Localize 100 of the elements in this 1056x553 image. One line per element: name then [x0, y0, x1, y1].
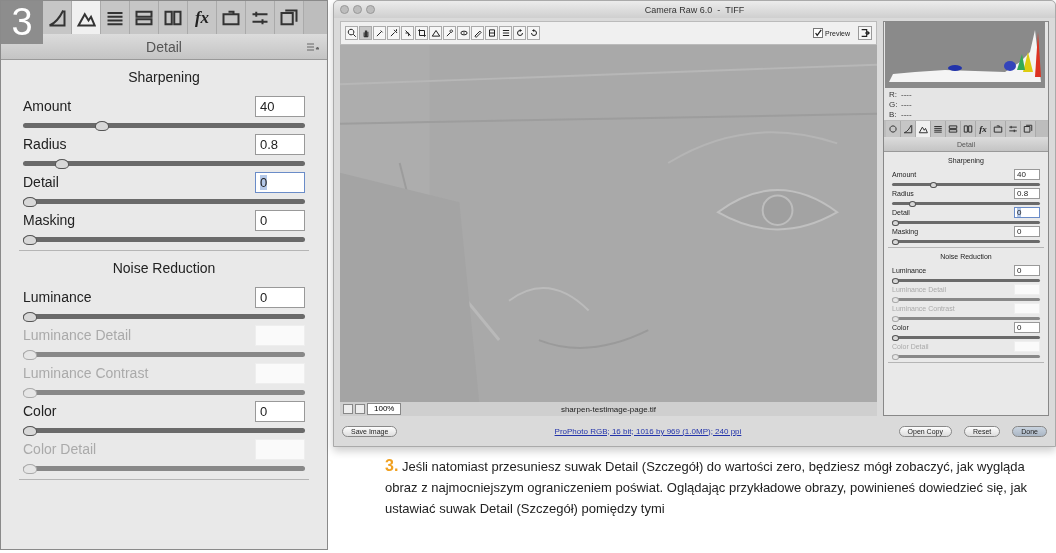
info-link[interactable]: ProPhoto RGB; 16 bit; 1016 by 969 (1.0MP); 240 ppi — [405, 426, 891, 436]
rotate-left-icon — [514, 28, 525, 38]
slider-track[interactable] — [23, 237, 305, 242]
panel-tab[interactable] — [159, 1, 188, 34]
rotate-left-tool[interactable] — [513, 26, 526, 40]
crop-tool[interactable] — [415, 26, 428, 40]
slider-label: Detail — [23, 174, 59, 190]
spot-tool[interactable] — [443, 26, 456, 40]
readout-value: ---- — [901, 100, 913, 109]
value-field[interactable]: 0 — [1014, 322, 1040, 333]
panel-tab[interactable] — [130, 1, 159, 34]
list-icon — [500, 28, 511, 38]
slider-track[interactable] — [23, 161, 305, 166]
slider-track[interactable] — [23, 314, 305, 319]
value-field[interactable]: 40 — [255, 95, 305, 117]
slider-track[interactable] — [23, 390, 305, 395]
value-field[interactable]: 40 — [1014, 169, 1040, 180]
slider-track[interactable] — [892, 336, 1040, 339]
value-field[interactable]: 0 — [1014, 226, 1040, 237]
slider-thumb[interactable] — [892, 277, 899, 284]
stacked-squares-icon — [279, 7, 299, 28]
slider-track[interactable] — [892, 202, 1040, 205]
slider-track[interactable] — [892, 221, 1040, 224]
slider-track[interactable] — [892, 317, 1040, 320]
slider-thumb[interactable] — [908, 200, 916, 207]
eye-tool[interactable] — [457, 26, 470, 40]
sampler-icon — [388, 28, 399, 38]
slider-track[interactable] — [892, 183, 1040, 186]
value-field[interactable]: 0 — [255, 400, 305, 422]
zoom-in-button[interactable] — [355, 404, 365, 414]
straighten-tool[interactable] — [429, 26, 442, 40]
value-field[interactable]: 0 — [255, 286, 305, 308]
brush-tool[interactable] — [471, 26, 484, 40]
slider-track[interactable] — [23, 428, 305, 433]
readout-label: R: — [889, 90, 898, 99]
panel-tab[interactable] — [946, 121, 961, 137]
slider-thumb[interactable] — [23, 311, 37, 322]
slider-thumb[interactable] — [23, 234, 37, 245]
slider-track[interactable] — [23, 199, 305, 204]
value-field[interactable]: 0.8 — [1014, 188, 1040, 199]
section-title: Sharpening — [127, 68, 201, 87]
slider-label: Color — [23, 403, 57, 419]
slider-thumb[interactable] — [930, 181, 938, 188]
panel-tab[interactable] — [1021, 121, 1036, 137]
file-name: sharpen-testimage-page.tif — [560, 404, 657, 414]
slider-label: Luminance — [23, 289, 92, 305]
slider-track[interactable] — [23, 466, 305, 471]
slider-thumb[interactable] — [55, 158, 70, 169]
camera-icon — [993, 124, 1003, 134]
brush-icon — [472, 28, 483, 38]
crop-icon — [416, 28, 427, 38]
value-field[interactable]: 0 — [255, 171, 305, 193]
zoom-field[interactable]: 100% — [367, 403, 402, 415]
fullscreen-button[interactable] — [858, 26, 872, 40]
squares-icon — [963, 124, 973, 134]
fx-tab[interactable]: fx — [188, 1, 217, 34]
readout-label: B: — [889, 110, 898, 119]
slider-track[interactable] — [892, 355, 1040, 358]
value-field[interactable]: 0 — [255, 209, 305, 231]
list-tool[interactable] — [499, 26, 512, 40]
slider-track[interactable] — [892, 279, 1040, 282]
panel-tab[interactable] — [901, 121, 916, 137]
slider-thumb[interactable] — [23, 196, 37, 207]
value-field[interactable]: 0.8 — [255, 133, 305, 155]
mountain-icon — [918, 124, 928, 134]
eyedropper-tool[interactable] — [373, 26, 386, 40]
panel-tab[interactable] — [246, 1, 275, 34]
zoom-tool[interactable] — [345, 26, 358, 40]
sampler-tool[interactable] — [387, 26, 400, 40]
panel-tab[interactable] — [916, 121, 931, 137]
panel-tab[interactable] — [72, 1, 101, 34]
slider-label: Radius — [23, 136, 67, 152]
slider-thumb[interactable] — [892, 219, 899, 226]
step-number: 3 — [1, 1, 43, 44]
zoom-out-button[interactable] — [343, 404, 353, 414]
panel-tab[interactable] — [275, 1, 304, 34]
slider-track[interactable] — [892, 298, 1040, 301]
panel-tab[interactable] — [43, 1, 72, 34]
value-field[interactable]: 0 — [1014, 265, 1040, 276]
panel-tab[interactable] — [961, 121, 976, 137]
slider-thumb[interactable] — [95, 120, 110, 131]
value-field[interactable]: 0 — [1014, 207, 1040, 218]
slider-thumb[interactable] — [23, 425, 37, 436]
panel-tab[interactable] — [931, 121, 946, 137]
slider-thumb[interactable] — [892, 334, 899, 341]
panel-tab[interactable] — [217, 1, 246, 34]
panel-tab[interactable] — [101, 1, 130, 34]
slider-label: Luminance Contrast — [23, 365, 149, 381]
section-title: Noise Reduction — [111, 259, 217, 278]
slider-label: Amount — [23, 98, 72, 114]
slider-thumb[interactable] — [892, 238, 899, 245]
preview-checkbox[interactable] — [813, 28, 824, 38]
menu-icon[interactable] — [307, 42, 319, 51]
curve-icon — [47, 7, 67, 28]
rotate-right-tool[interactable] — [527, 26, 540, 40]
fx-tab[interactable]: fx — [976, 121, 991, 137]
slider-track[interactable] — [892, 240, 1040, 243]
slider-track[interactable] — [23, 352, 305, 357]
slider-track[interactable] — [23, 123, 305, 128]
readout-value: ---- — [901, 110, 913, 119]
